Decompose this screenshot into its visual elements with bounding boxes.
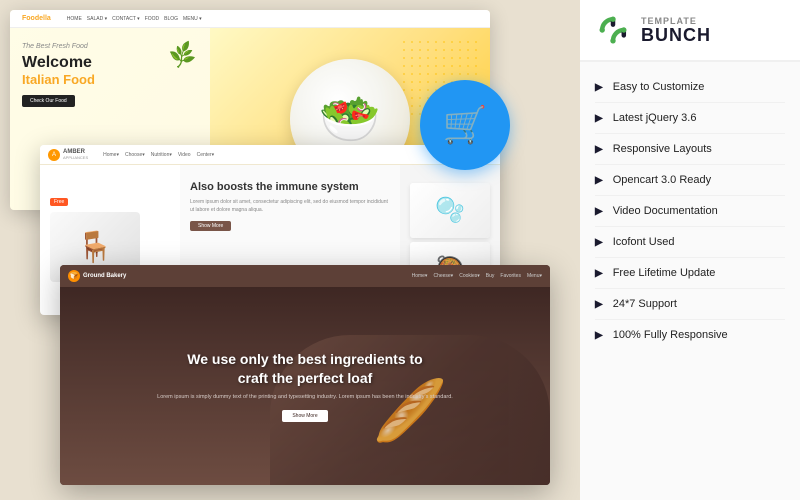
feature-label-7: Free Lifetime Update <box>613 267 716 279</box>
bunch-label: BUNCH <box>641 26 711 44</box>
bottom-nav: 🍞 Ground Bakery Home▾ Cheese▾ Cookies▾ B… <box>60 265 550 287</box>
immune-title: Also boosts the immune system <box>190 180 390 194</box>
feature-label-8: 24*7 Support <box>613 298 677 310</box>
templatebunch-logo <box>595 12 631 48</box>
left-panel: Foodella HOME SALAD ▾ CONTACT ▾ FOOD BLO… <box>0 0 580 500</box>
nav-item: SALAD ▾ <box>87 16 107 22</box>
right-panel: templaTe BUNCH ▶ Easy to Customize ▶ Lat… <box>580 0 800 500</box>
welcome-title: Welcome <box>22 53 198 72</box>
top-left-content: The Best Fresh Food Welcome Italian Food… <box>10 28 210 210</box>
feature-item-1: ▶ Easy to Customize <box>595 72 785 103</box>
immune-text: Lorem ipsum dolor sit amet, consectetur … <box>190 199 390 214</box>
feature-label-5: Video Documentation <box>613 205 718 217</box>
arrow-icon-6: ▶ <box>595 237 603 248</box>
arrow-icon-5: ▶ <box>595 206 603 217</box>
bakery-nav-item: Cookies▾ <box>459 273 480 279</box>
feature-label-4: Opencart 3.0 Ready <box>613 174 711 186</box>
side-product-1: 🫧 <box>410 183 490 238</box>
bottom-mockup: 🍞 Ground Bakery Home▾ Cheese▾ Cookies▾ B… <box>60 265 550 485</box>
feature-item-3: ▶ Responsive Layouts <box>595 134 785 165</box>
feature-label-6: Icofont Used <box>613 236 675 248</box>
nav-logo: Foodella <box>22 15 51 22</box>
feature-label-9: 100% Fully Responsive <box>613 329 728 341</box>
bakery-name: Ground Bakery <box>83 273 126 279</box>
top-nav: Foodella HOME SALAD ▾ CONTACT ▾ FOOD BLO… <box>10 10 490 28</box>
bakery-nav-items: Home▾ Cheese▾ Cookies▾ Buy Favorites Men… <box>412 273 542 279</box>
feature-item-2: ▶ Latest jQuery 3.6 <box>595 103 785 134</box>
more-button[interactable]: Show More <box>190 221 231 231</box>
welcome-small: The Best Fresh Food <box>22 43 198 50</box>
feature-label-3: Responsive Layouts <box>613 143 712 155</box>
cta-button[interactable]: Check Our Food <box>22 95 75 107</box>
arrow-icon-9: ▶ <box>595 330 603 341</box>
bakery-subtitle: Lorem ipsum is simply dummy text of the … <box>157 393 453 402</box>
template-bunch-title: templaTe BUNCH <box>641 16 711 44</box>
bakery-logo: 🍞 Ground Bakery <box>68 270 126 282</box>
feature-label-1: Easy to Customize <box>613 81 705 93</box>
feature-item-6: ▶ Icofont Used <box>595 227 785 258</box>
arrow-icon-3: ▶ <box>595 144 603 155</box>
nav-items: HOME SALAD ▾ CONTACT ▾ FOOD BLOG MENU ▾ <box>67 16 202 22</box>
bottom-body: 🥖 We use only the best ingredients to cr… <box>60 287 550 485</box>
cart-circle-icon: 🛒 <box>420 80 510 170</box>
arrow-icon-4: ▶ <box>595 175 603 186</box>
bakery-nav-item: Favorites <box>500 273 521 279</box>
arrow-icon-1: ▶ <box>595 82 603 93</box>
feature-item-4: ▶ Opencart 3.0 Ready <box>595 165 785 196</box>
bakery-text-overlay: We use only the best ingredients to craf… <box>137 330 473 441</box>
template-bunch-header: templaTe BUNCH <box>580 0 800 62</box>
feature-item-8: ▶ 24*7 Support <box>595 289 785 320</box>
bakery-nav-item: Home▾ <box>412 273 428 279</box>
arrow-icon-8: ▶ <box>595 299 603 310</box>
feature-item-9: ▶ 100% Fully Responsive <box>595 320 785 350</box>
nav-item: FOOD <box>145 16 159 22</box>
bakery-nav-item: Cheese▾ <box>433 273 453 279</box>
bakery-icon: 🍞 <box>68 270 80 282</box>
italian-food-label: Italian Food <box>22 72 198 87</box>
bakery-cta-button[interactable]: Show More <box>282 410 327 422</box>
bakery-nav-item: Buy <box>486 273 495 279</box>
arrow-icon-2: ▶ <box>595 113 603 124</box>
nav-item: MENU ▾ <box>183 16 202 22</box>
feature-item-5: ▶ Video Documentation <box>595 196 785 227</box>
nav-item: BLOG <box>164 16 178 22</box>
bakery-nav-item: Menu▾ <box>527 273 542 279</box>
nav-item: HOME <box>67 16 82 22</box>
arrow-icon-7: ▶ <box>595 268 603 279</box>
features-list: ▶ Easy to Customize ▶ Latest jQuery 3.6 … <box>580 62 800 500</box>
nav-item: CONTACT ▾ <box>112 16 140 22</box>
bakery-title: We use only the best ingredients to craf… <box>157 350 453 386</box>
feature-label-2: Latest jQuery 3.6 <box>613 112 697 124</box>
feature-item-7: ▶ Free Lifetime Update <box>595 258 785 289</box>
cart-icon-wrapper: 🛒 <box>420 80 510 170</box>
